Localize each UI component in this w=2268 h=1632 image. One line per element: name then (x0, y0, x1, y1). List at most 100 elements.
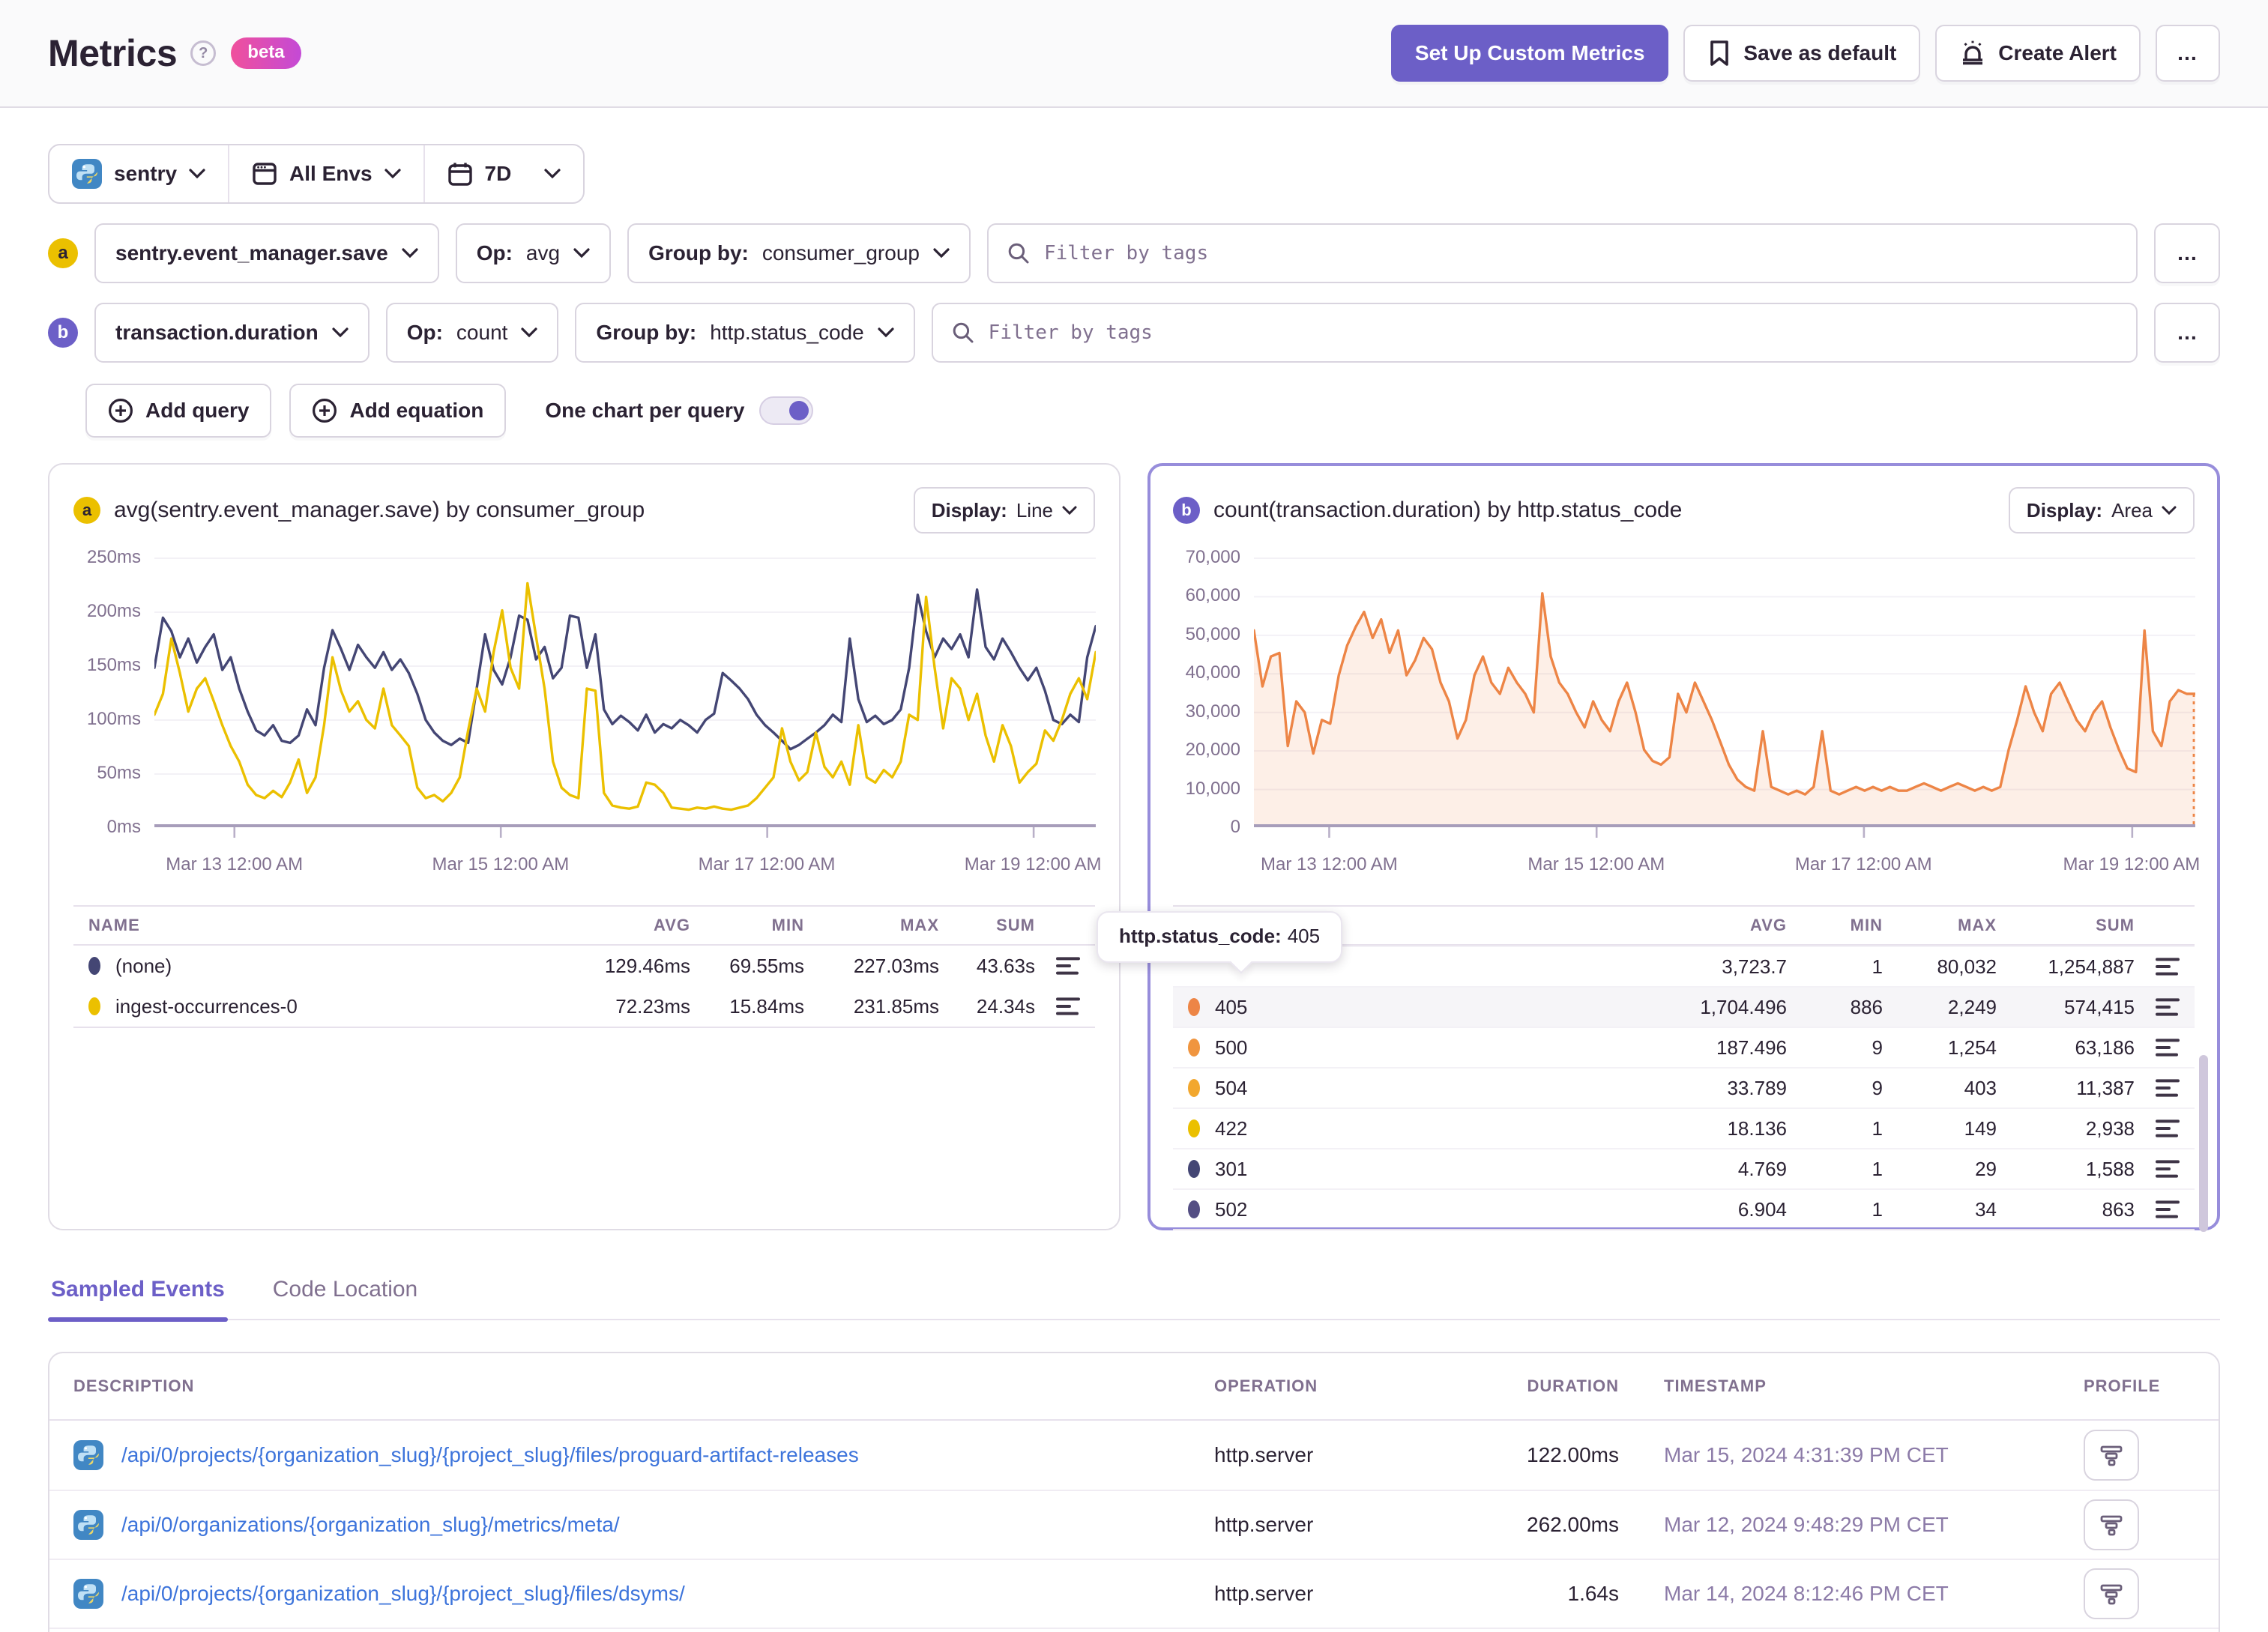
y-tick-label: 50,000 (1185, 623, 1240, 644)
groupby-select-b[interactable]: Group by: http.status_code (575, 303, 915, 363)
query-badge-a: a (48, 238, 78, 268)
line-chart-plot[interactable] (154, 557, 1096, 842)
x-axis-b: Mar 13 12:00 AM Mar 15 12:00 AM Mar 17 12:… (1254, 854, 2200, 881)
chevron-down-icon (878, 327, 894, 338)
legend-row[interactable]: 500 187.496 9 1,254 63,186 (1173, 1027, 2195, 1067)
row-filter-icon[interactable] (2150, 1070, 2186, 1106)
profile-button[interactable] (2084, 1430, 2139, 1481)
x-tick-label: Mar 19 12:00 AM (2063, 854, 2201, 874)
event-timestamp: Mar 12, 2024 9:48:29 PM CET (1664, 1513, 1949, 1536)
event-operation: http.server (1214, 1582, 1314, 1605)
tag-filter-input-b[interactable] (988, 321, 2118, 344)
chart-badge-a: a (73, 497, 100, 524)
metric-select-b[interactable]: transaction.duration (94, 303, 370, 363)
display-select-b[interactable]: Display: Area (2008, 487, 2195, 534)
metric-select-a[interactable]: sentry.event_manager.save (94, 223, 439, 283)
x-tick-label: Mar 17 12:00 AM (698, 854, 836, 874)
op-select-b[interactable]: Op: count (385, 303, 559, 363)
app-header: Metrics ? beta Set Up Custom Metrics Sav… (0, 0, 2268, 108)
tag-filter-a[interactable] (986, 223, 2138, 283)
series-name: 301 (1215, 1157, 1248, 1180)
table-scrollbar[interactable] (2199, 1055, 2208, 1232)
add-query-button[interactable]: Add query (85, 384, 272, 438)
event-description-link[interactable]: /api/0/projects/{organization_slug}/{pro… (121, 1582, 685, 1606)
series-color-dot (1188, 1039, 1200, 1057)
row-filter-icon[interactable] (1050, 948, 1086, 984)
row-filter-icon[interactable] (2150, 1191, 2186, 1227)
series-color-dot (1188, 1200, 1200, 1218)
query-more-button-b[interactable]: … (2154, 303, 2220, 363)
help-icon[interactable]: ? (190, 40, 217, 66)
series-name: 405 (1215, 995, 1248, 1018)
legend-row[interactable]: 502 6.904 1 34 863 (1173, 1188, 2195, 1229)
query-more-button-a[interactable]: … (2154, 223, 2220, 283)
create-alert-button[interactable]: Create Alert (1935, 25, 2141, 82)
search-icon (1007, 241, 1031, 265)
y-tick-label: 10,000 (1185, 778, 1240, 799)
row-filter-icon[interactable] (2150, 949, 2186, 985)
tab-sampled-events[interactable]: Sampled Events (48, 1277, 228, 1322)
add-equation-button[interactable]: Add equation (289, 384, 507, 438)
event-row: /api/0/organizations/{organization_slug}… (49, 1628, 2219, 1632)
chart-title-b: count(transaction.duration) by http.stat… (1213, 498, 1683, 522)
x-tick-label: Mar 15 12:00 AM (432, 854, 570, 874)
legend-row[interactable]: (none) 129.46ms 69.55ms 227.03ms 43.63s (73, 946, 1095, 986)
one-chart-per-query-toggle[interactable] (759, 396, 814, 425)
y-tick-label: 0 (1230, 817, 1240, 837)
charts-row: a avg(sentry.event_manager.save) by cons… (48, 463, 2220, 1232)
event-description-link[interactable]: /api/0/organizations/{organization_slug}… (121, 1513, 620, 1537)
chevron-down-icon (1062, 506, 1077, 515)
date-range-selector[interactable]: 7D (423, 145, 584, 202)
series-color-dot (88, 957, 100, 975)
y-tick-label: 100ms (86, 709, 141, 729)
series-name: 502 (1215, 1197, 1248, 1221)
tag-filter-input-a[interactable] (1043, 242, 2118, 265)
tab-code-location[interactable]: Code Location (270, 1277, 420, 1319)
event-duration: 262.00ms (1527, 1513, 1619, 1536)
row-filter-icon[interactable] (2150, 989, 2186, 1025)
page-filter-bar: sentry All Envs 7D (48, 144, 585, 204)
one-chart-per-query-label: One chart per query (545, 399, 745, 422)
x-tick-label: Mar 13 12:00 AM (1261, 854, 1398, 874)
profile-button[interactable] (2084, 1568, 2139, 1619)
chevron-down-icon (332, 327, 349, 338)
setup-custom-metrics-button[interactable]: Set Up Custom Metrics (1390, 25, 1669, 82)
tag-filter-b[interactable] (931, 303, 2138, 363)
op-select-a[interactable]: Op: avg (455, 223, 612, 283)
groupby-select-a[interactable]: Group by: consumer_group (627, 223, 971, 283)
chart-card-b: b count(transaction.duration) by http.st… (1097, 463, 2220, 1232)
row-filter-icon[interactable] (2150, 1110, 2186, 1146)
series-color-dot (1188, 1119, 1200, 1137)
environment-selector[interactable]: All Envs (228, 145, 423, 202)
series-color-dot (1188, 1079, 1200, 1097)
legend-row[interactable]: 405 1,704.496 886 2,249 574,415 (1173, 986, 2195, 1027)
event-timestamp: Mar 15, 2024 4:31:39 PM CET (1664, 1443, 1949, 1466)
y-axis-a: 0ms 50ms 100ms 150ms 200ms 250ms (73, 547, 154, 837)
event-description-link[interactable]: /api/0/projects/{organization_slug}/{pro… (121, 1443, 859, 1467)
chevron-down-icon (2162, 506, 2177, 515)
header-more-button[interactable]: … (2156, 25, 2220, 82)
row-filter-icon[interactable] (2150, 1030, 2186, 1066)
chart-badge-b: b (1173, 497, 1200, 524)
profile-button[interactable] (2084, 1499, 2139, 1550)
save-as-default-button[interactable]: Save as default (1683, 25, 1921, 82)
legend-row[interactable]: ingest-occurrences-0 72.23ms 15.84ms 231.85… (73, 986, 1095, 1027)
legend-row[interactable]: 301 4.769 1 29 1,588 (1173, 1148, 2195, 1188)
row-filter-icon[interactable] (1050, 988, 1086, 1024)
area-chart-plot[interactable] (1254, 557, 2195, 842)
series-name: 504 (1215, 1076, 1248, 1099)
event-row: /api/0/projects/{organization_slug}/{pro… (49, 1421, 2219, 1490)
display-select-a[interactable]: Display: Line (913, 487, 1095, 534)
x-tick-label: Mar 13 12:00 AM (166, 854, 304, 874)
project-selector[interactable]: sentry (49, 145, 228, 202)
series-name: 500 (1215, 1036, 1248, 1059)
row-filter-icon[interactable] (2150, 1151, 2186, 1187)
page-title: Metrics (48, 32, 178, 74)
x-tick-label: Mar 17 12:00 AM (1794, 854, 1932, 874)
legend-row[interactable]: 422 18.136 1 149 2,938 (1173, 1107, 2195, 1148)
legend-row[interactable]: 504 33.789 9 403 11,387 (1173, 1067, 2195, 1107)
y-tick-label: 70,000 (1185, 547, 1240, 567)
event-row: /api/0/projects/{organization_slug}/{pro… (49, 1559, 2219, 1628)
series-name: (none) (115, 954, 172, 977)
python-project-icon (73, 1510, 103, 1540)
